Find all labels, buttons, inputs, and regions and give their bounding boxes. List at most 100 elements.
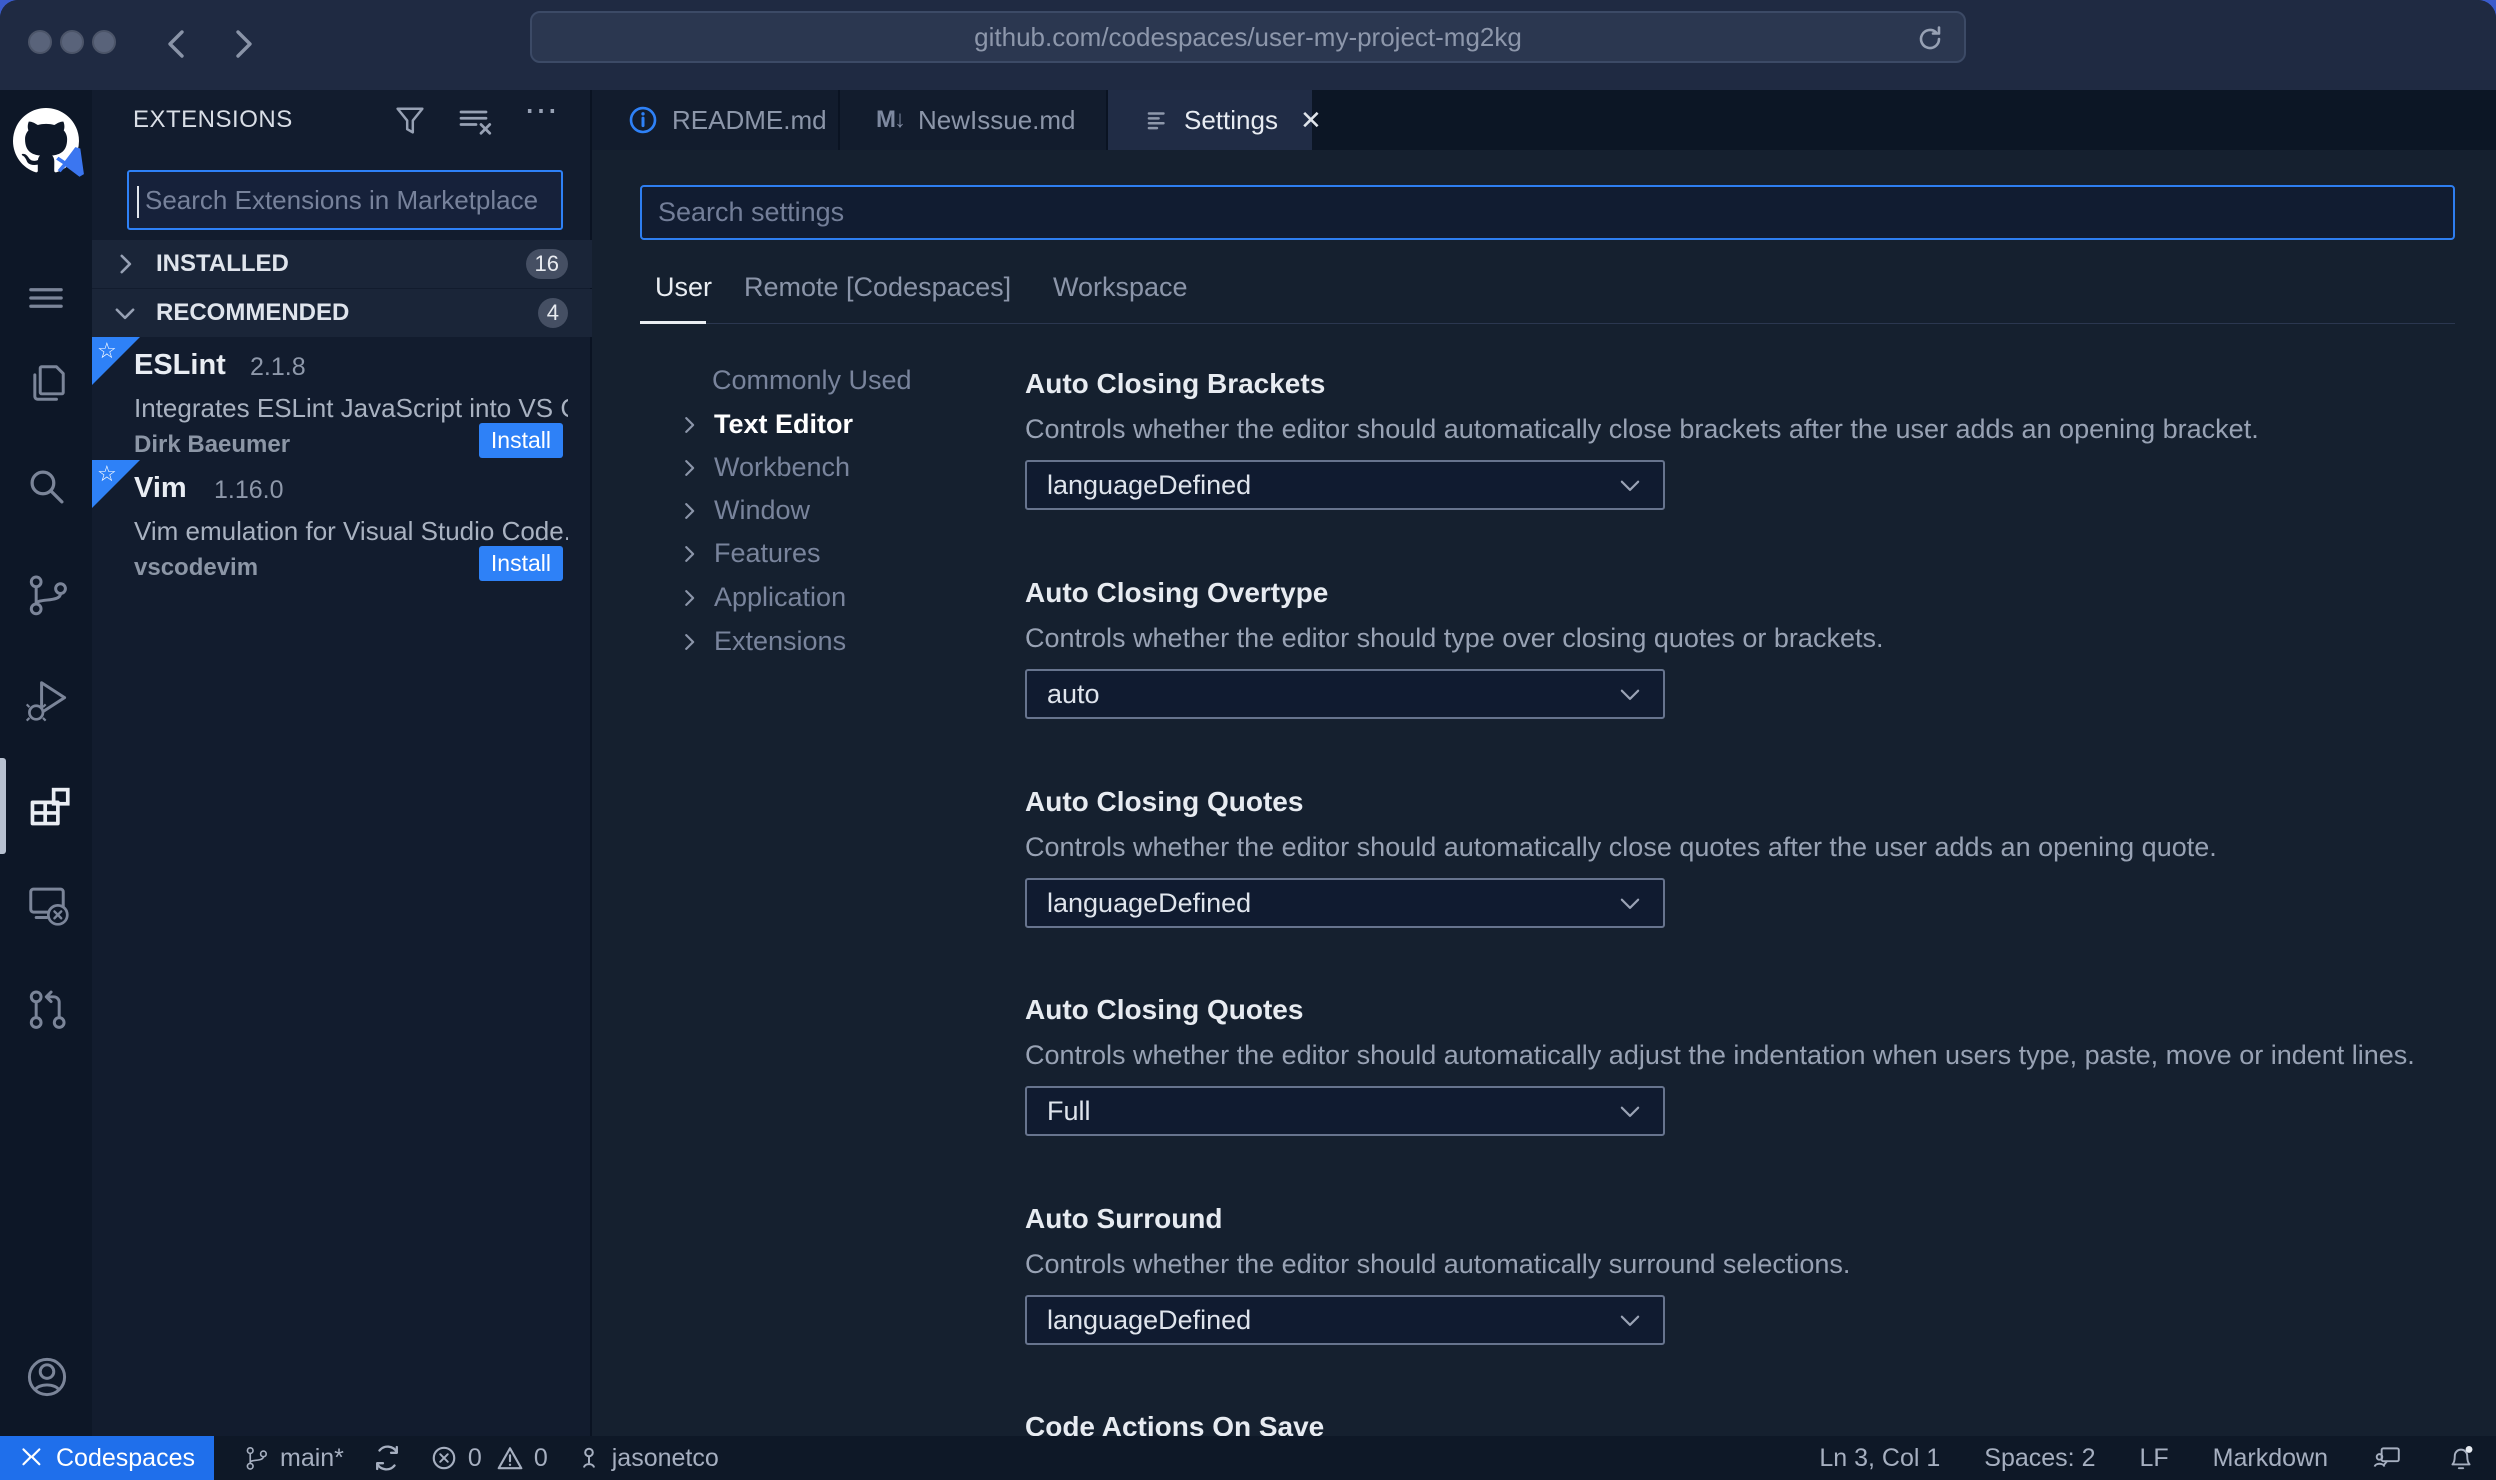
filter-icon[interactable] [392,102,428,138]
extension-item-eslint[interactable]: ☆ ESLint 2.1.8 Integrates ESLint JavaScr… [92,337,592,459]
chevron-right-icon [678,414,700,436]
toc-extensions[interactable]: Extensions [678,620,846,663]
extension-author: vscodevim [134,554,259,581]
problems-indicator[interactable]: 0 0 [430,1444,548,1473]
extensions-search-input[interactable] [129,172,561,228]
settings-search-box[interactable] [640,185,2455,240]
clear-extensions-icon[interactable] [456,102,496,142]
toc-features[interactable]: Features [678,532,821,575]
dropdown-value: languageDefined [1047,887,1252,918]
chevron-down-icon [1617,1098,1643,1124]
installed-count-badge: 16 [525,249,568,279]
tab-settings[interactable]: Settings ✕ [1108,90,1322,150]
extensions-icon[interactable] [24,784,72,832]
sync-button[interactable] [372,1443,402,1473]
setting-dropdown[interactable]: Full [1025,1086,1665,1136]
setting-description: Controls whether the editor should autom… [1025,1249,1851,1279]
reload-icon[interactable] [1914,23,1946,55]
browser-forward-icon[interactable] [222,24,262,64]
branch-indicator[interactable]: main* [242,1444,344,1473]
extensions-sidebar: EXTENSIONS ⋯ INSTALLED 16 RECOMMENDED 4 [92,90,592,1436]
codespaces-remote-button[interactable]: Codespaces [0,1436,214,1480]
star-icon: ☆ [97,338,117,363]
menu-icon[interactable] [24,276,68,320]
setting-title: Code Actions On Save [1025,1411,1325,1436]
scope-divider [640,323,2455,324]
toc-label: Commonly Used [712,365,912,395]
section-label: INSTALLED [156,250,289,277]
extension-item-vim[interactable]: ☆ Vim 1.16.0 Vim emulation for Visual St… [92,460,592,582]
language-mode[interactable]: Markdown [2213,1444,2328,1473]
more-actions-icon[interactable]: ⋯ [524,94,558,128]
person-icon [582,1447,595,1468]
user-indicator[interactable]: jasonetco [576,1444,719,1473]
setting-title: Auto Surround [1025,1203,1223,1234]
chevron-right-icon [678,543,700,565]
traffic-light-close[interactable] [28,30,52,54]
setting-dropdown[interactable]: languageDefined [1025,1295,1665,1345]
tab-label: README.md [672,104,827,135]
username: jasonetco [611,1443,719,1472]
extensions-search-box[interactable] [127,170,563,230]
setting-dropdown[interactable]: languageDefined [1025,878,1665,928]
section-label: RECOMMENDED [156,299,350,326]
github-codespaces-logo [13,108,84,177]
eol-sequence[interactable]: LF [2139,1444,2168,1473]
traffic-light-zoom[interactable] [92,30,116,54]
chevron-down-icon [1617,681,1643,707]
search-icon[interactable] [24,464,70,510]
account-icon[interactable] [24,1354,70,1400]
status-bar: Codespaces main* 0 0 jasonetco Ln 3, Col… [0,1436,2496,1480]
feedback-icon[interactable] [2372,1443,2402,1473]
toc-label: Extensions [714,626,847,656]
section-installed[interactable]: INSTALLED 16 [92,240,592,288]
codespaces-window: github.com/codespaces/user-my-project-mg… [0,0,2496,1480]
extension-version: 2.1.8 [250,353,306,381]
toc-commonly-used[interactable]: Commonly Used [678,359,912,402]
chevron-right-icon [678,631,700,653]
codespaces-label: Codespaces [56,1443,195,1472]
setting-description: Controls whether the editor should autom… [1025,1040,2415,1070]
pull-requests-icon[interactable] [24,986,70,1032]
info-icon [628,105,658,135]
close-icon[interactable]: ✕ [1300,105,1322,136]
cursor-position[interactable]: Ln 3, Col 1 [1819,1444,1940,1473]
scope-tab-remote[interactable]: Remote [Codespaces] [744,272,1011,303]
error-count: 0 [467,1443,482,1472]
run-debug-icon[interactable] [24,676,70,722]
toc-workbench[interactable]: Workbench [678,446,850,489]
active-view-indicator [0,758,6,854]
toc-window[interactable]: Window [678,489,810,532]
chevron-down-icon [1617,1307,1643,1333]
toc-application[interactable]: Application [678,576,846,619]
settings-search-input[interactable] [642,187,2453,238]
explorer-icon[interactable] [24,360,70,406]
scope-tab-workspace[interactable]: Workspace [1053,272,1188,303]
error-icon [432,1446,456,1470]
address-bar[interactable]: github.com/codespaces/user-my-project-mg… [530,11,1966,63]
dropdown-value: languageDefined [1047,1304,1252,1335]
traffic-light-minimize[interactable] [60,30,84,54]
tab-newissue[interactable]: M↓ NewIssue.md [840,90,1108,150]
indentation[interactable]: Spaces: 2 [1984,1444,2095,1473]
chevron-down-icon [1617,890,1643,916]
install-button[interactable]: Install [478,423,563,458]
browser-back-icon[interactable] [158,24,198,64]
install-button[interactable]: Install [478,546,563,581]
setting-dropdown[interactable]: auto [1025,669,1665,719]
star-icon: ☆ [97,461,117,486]
address-bar-url: github.com/codespaces/user-my-project-mg… [974,21,1522,52]
extension-author: Dirk Baeumer [134,431,291,458]
setting-title: Auto Closing Brackets [1025,368,1326,399]
source-control-icon[interactable] [24,571,70,617]
setting-dropdown[interactable]: languageDefined [1025,460,1665,510]
notifications-bell-icon[interactable] [2446,1443,2476,1473]
branch-icon [246,1446,268,1470]
scope-tab-user[interactable]: User [655,272,712,303]
tab-readme[interactable]: README.md [592,90,840,150]
remote-explorer-icon[interactable] [24,881,70,927]
chevron-right-icon [678,457,700,479]
section-recommended[interactable]: RECOMMENDED 4 [92,289,592,337]
setting-auto-closing-quotes: Auto Closing Quotes Controls whether the… [1025,786,2475,946]
toc-text-editor[interactable]: Text Editor [678,403,853,446]
